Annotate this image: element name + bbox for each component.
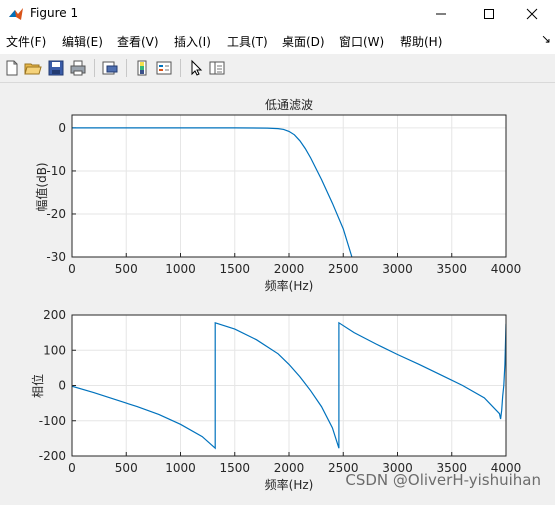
- y-tick-label: -30: [46, 250, 66, 264]
- minimize-icon: [436, 13, 446, 15]
- maximize-button[interactable]: [466, 0, 512, 28]
- plots-svg: 低通滤波 频率(Hz) 幅值(dB) 0 500 1000 1500 2000 2500 3…: [30, 98, 521, 492]
- y-tick-label: -200: [39, 449, 66, 463]
- magnitude-axes[interactable]: 低通滤波 频率(Hz) 幅值(dB) 0 500 1000 1500 2000 2500 3…: [34, 98, 521, 293]
- x-tick-label: 0: [68, 461, 76, 475]
- x-tick-label: 2000: [274, 461, 305, 475]
- minimize-button[interactable]: [418, 0, 464, 28]
- y-tick-label: -10: [46, 164, 66, 178]
- close-button[interactable]: [509, 0, 555, 28]
- title-bar: Figure 1: [0, 0, 555, 28]
- menu-window[interactable]: 窗口(W): [339, 33, 384, 50]
- property-editor-icon[interactable]: [208, 59, 226, 77]
- colorbar-icon[interactable]: [133, 59, 151, 77]
- pointer-icon[interactable]: [187, 59, 205, 77]
- y-tick-label: 100: [43, 343, 66, 357]
- close-icon: [526, 8, 538, 20]
- x-tick-label: 2500: [328, 262, 359, 276]
- magnitude-plot-title: 低通滤波: [265, 98, 313, 112]
- phase-y-axis-label: 相位: [30, 374, 45, 398]
- x-tick-label: 4000: [491, 262, 522, 276]
- print-preview-icon[interactable]: [101, 59, 119, 77]
- x-tick-label: 0: [68, 262, 76, 276]
- x-tick-label: 500: [115, 262, 138, 276]
- x-tick-label: 1500: [219, 262, 250, 276]
- x-tick-label: 3500: [436, 262, 467, 276]
- menu-tools[interactable]: 工具(T): [227, 33, 268, 50]
- menu-insert[interactable]: 插入(I): [174, 33, 211, 50]
- menu-help[interactable]: 帮助(H): [400, 33, 442, 50]
- x-tick-label: 500: [115, 461, 138, 475]
- window-title: Figure 1: [30, 6, 79, 20]
- toolbar-separator: [94, 59, 95, 77]
- magnitude-x-axis-label: 频率(Hz): [265, 278, 314, 293]
- menu-desktop[interactable]: 桌面(D): [282, 33, 325, 50]
- open-file-icon[interactable]: [24, 59, 42, 77]
- y-tick-label: 0: [58, 121, 66, 135]
- y-tick-label: -20: [46, 207, 66, 221]
- matlab-icon: [9, 8, 23, 20]
- phase-axes[interactable]: 频率(Hz) 相位 0 500 1000 1500 2000 2500 3000 3500 40…: [30, 308, 521, 492]
- phase-x-axis-label: 频率(Hz): [265, 477, 314, 492]
- toolbar-separator: [126, 59, 127, 77]
- x-tick-label: 2000: [274, 262, 305, 276]
- y-tick-label: -100: [39, 414, 66, 428]
- save-icon[interactable]: [47, 59, 65, 77]
- print-icon[interactable]: [69, 59, 87, 77]
- watermark: CSDN @OliverH-yishuihan: [345, 471, 541, 489]
- menu-overflow-arrow[interactable]: ↘: [541, 32, 551, 46]
- x-tick-label: 3000: [382, 262, 413, 276]
- new-figure-icon[interactable]: [3, 59, 21, 77]
- y-tick-label: 0: [58, 379, 66, 393]
- toolbar: [0, 54, 555, 83]
- legend-icon[interactable]: [155, 59, 173, 77]
- menu-view[interactable]: 查看(V): [117, 33, 159, 50]
- x-tick-label: 1500: [219, 461, 250, 475]
- menu-edit[interactable]: 编辑(E): [62, 33, 103, 50]
- menu-bar: 文件(F) 编辑(E) 查看(V) 插入(I) 工具(T) 桌面(D) 窗口(W…: [0, 28, 555, 54]
- y-tick-label: 200: [43, 308, 66, 322]
- maximize-icon: [484, 9, 494, 19]
- figure-canvas: 低通滤波 频率(Hz) 幅值(dB) 0 500 1000 1500 2000 2500 3…: [0, 83, 555, 501]
- x-tick-label: 1000: [165, 262, 196, 276]
- menu-file[interactable]: 文件(F): [6, 33, 46, 50]
- toolbar-separator: [180, 59, 181, 77]
- x-tick-label: 1000: [165, 461, 196, 475]
